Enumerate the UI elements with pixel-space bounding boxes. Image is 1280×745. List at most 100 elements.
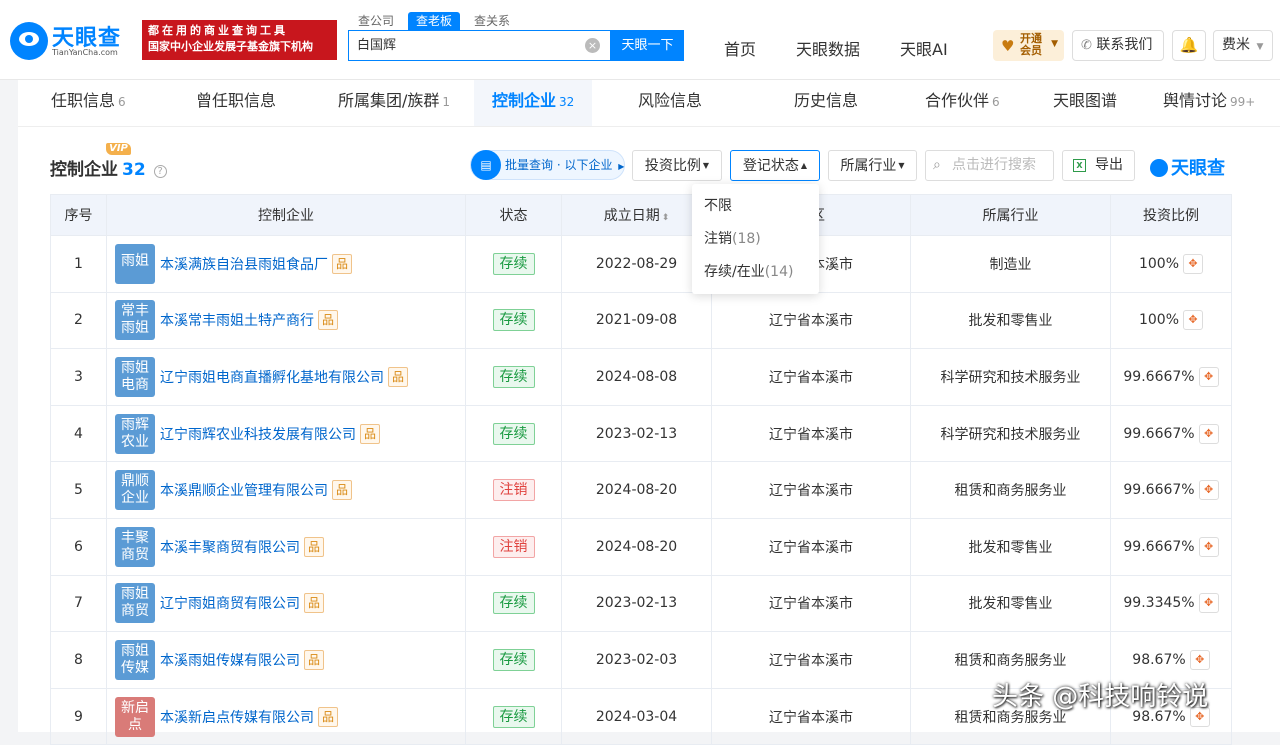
region-cell: 辽宁省本溪市 [711,348,911,406]
tab-search-relation[interactable]: 查关系 [466,12,518,30]
org-chart-icon[interactable]: 品 [304,593,324,614]
table-row[interactable]: 1雨姐本溪满族自治县雨姐食品厂品存续2022-08-29辽宁省本溪市制造业100… [50,235,1232,293]
equity-chain-icon[interactable]: ✥ [1198,536,1219,557]
company-name-link[interactable]: 辽宁雨辉农业科技发展有限公司 [160,427,356,443]
dropdown-option-all[interactable]: 不限 [692,192,819,225]
company-name-link[interactable]: 本溪常丰雨姐土特产商行 [160,313,314,329]
company-name-link[interactable]: 辽宁雨姐商贸有限公司 [160,596,300,612]
toutiao-watermark: 头条 @科技响铃说 [992,682,1209,712]
company-cell[interactable]: 新启点 本溪新启点传媒有限公司品 [106,687,466,745]
company-name-link[interactable]: 本溪新启点传媒有限公司 [160,710,314,726]
company-name-link[interactable]: 本溪鼎顺企业管理有限公司 [160,483,328,499]
filter-industry[interactable]: 所属行业 ▼ [828,150,917,181]
company-cell[interactable]: 丰聚商贸 本溪丰聚商贸有限公司品 [106,517,466,576]
export-button[interactable]: X 导出 [1062,150,1135,181]
equity-chain-icon[interactable]: ✥ [1198,593,1219,614]
status-cell: 存续 [465,291,562,350]
ad-banner[interactable]: 都在用的商业查询工具 国家中小企业发展子基金旗下机构 [142,20,337,60]
search-icon: ⌕ [933,157,941,173]
table-row[interactable]: 4 雨辉农业 辽宁雨辉农业科技发展有限公司品 存续 2023-02-13 辽宁省本溪市 科学… [50,404,1232,463]
company-logo: 雨姐电商 [115,356,155,397]
dropdown-option-cancelled[interactable]: 注销(18) [692,225,819,258]
company-logo: 丰聚商贸 [115,526,155,567]
org-chart-icon[interactable]: 品 [304,536,324,557]
status-cell: 注销 [465,517,562,576]
tab-search-boss[interactable]: 查老板 [408,12,461,30]
equity-chain-icon[interactable]: ✥ [1183,310,1204,331]
tianyancha-logo[interactable]: 天眼查 TianYanCha.com [10,22,135,62]
tab-group[interactable]: 所属集团/族群 1 [338,80,450,126]
org-chart-icon[interactable]: 品 [360,423,380,444]
org-chart-icon[interactable]: 品 [318,706,338,727]
company-cell[interactable]: 雨辉农业 辽宁雨辉农业科技发展有限公司品 [106,404,466,463]
table-row[interactable]: 2 常丰雨姐 本溪常丰雨姐土特产商行品 存续 2021-09-08 辽宁省本溪市 批发和零售… [50,291,1232,350]
region-cell: 辽宁省本溪市 [711,404,911,463]
top-header: 天眼查 TianYanCha.com 都在用的商业查询工具 国家中小企业发展子基… [0,0,1280,80]
tab-graph[interactable]: 天眼图谱 [1053,80,1117,126]
org-chart-icon[interactable]: 品 [388,366,408,387]
company-cell[interactable]: 鼎顺企业 本溪鼎顺企业管理有限公司品 [106,461,466,519]
tab-past-positions[interactable]: 曾任职信息 [196,80,276,126]
ratio-cell: 99.3345% ✥ [1110,574,1232,633]
company-name-link[interactable]: 本溪雨姐传媒有限公司 [160,653,300,669]
filter-investment-ratio[interactable]: 投资比例 ▼ [632,150,722,181]
ratio-value: 98.67% [1132,651,1186,668]
equity-chain-icon[interactable]: ✥ [1198,423,1219,444]
equity-chain-icon[interactable]: ✥ [1183,253,1204,274]
tab-positions[interactable]: 任职信息 6 [51,80,126,126]
ratio-cell: 99.6667% ✥ [1110,404,1232,463]
equity-chain-icon[interactable]: ✥ [1189,649,1210,670]
company-cell[interactable]: 雨姐 本溪满族自治县雨姐食品厂品 [106,235,466,293]
table-row[interactable]: 3 雨姐电商 辽宁雨姐电商直播孵化基地有限公司品 存续 2024-08-08 辽宁省本溪市… [50,348,1232,406]
row-number: 4 [50,404,107,463]
batch-query-button[interactable]: ▤ 批量查询 · 以下企业 ▶ [470,150,625,180]
sort-icon: ⬍ [661,213,670,223]
filter-registration-status[interactable]: 登记状态 ▲ [730,150,820,181]
company-name-link[interactable]: 本溪满族自治县雨姐食品厂 [160,257,328,273]
company-cell[interactable]: 常丰雨姐 本溪常丰雨姐土特产商行品 [106,291,466,350]
equity-chain-icon[interactable]: ✥ [1198,366,1219,387]
status-cell: 存续 [465,404,562,463]
table-row[interactable]: 7 雨姐商贸 辽宁雨姐商贸有限公司品 存续 2023-02-13 辽宁省本溪市 批发和零售业… [50,574,1232,633]
nav-data[interactable]: 天眼数据 [796,36,860,60]
user-menu-button[interactable]: 费米 ▼ [1213,30,1273,61]
org-chart-icon[interactable]: 品 [304,649,324,670]
nav-home[interactable]: 首页 [724,36,756,60]
company-cell[interactable]: 雨姐传媒 本溪雨姐传媒有限公司品 [106,631,466,689]
org-chart-icon[interactable]: 品 [332,253,352,274]
col-header-no: 序号 [50,194,107,236]
search-input[interactable]: 白国辉 × [348,30,611,61]
org-chart-icon[interactable]: 品 [332,480,352,501]
nav-ai[interactable]: 天眼AI [900,36,948,60]
vip-membership-button[interactable]: ♥ 开通 会员 ▼ [993,30,1064,61]
company-name-link[interactable]: 辽宁雨姐电商直播孵化基地有限公司 [160,370,384,386]
company-cell[interactable]: 雨姐电商 辽宁雨姐电商直播孵化基地有限公司品 [106,348,466,406]
tab-controlled-companies[interactable]: 控制企业 32 [474,80,593,126]
company-cell[interactable]: 雨姐商贸 辽宁雨姐商贸有限公司品 [106,574,466,633]
tab-sentiment[interactable]: 舆情讨论 99+ [1163,80,1255,126]
industry-cell: 科学研究和技术服务业 [910,404,1111,463]
tab-partners[interactable]: 合作伙伴 6 [925,80,1000,126]
region-cell: 辽宁省本溪市 [711,517,911,576]
search-type-tabs: 查公司 查老板 查关系 [350,12,518,30]
org-chart-icon[interactable]: 品 [318,310,338,331]
tab-history[interactable]: 历史信息 [794,80,858,126]
clear-icon[interactable]: × [585,38,600,53]
table-row[interactable]: 6 丰聚商贸 本溪丰聚商贸有限公司品 注销 2024-08-20 辽宁省本溪市 批发和零售业… [50,517,1232,576]
tab-risk[interactable]: 风险信息 [638,80,702,126]
ratio-value: 99.6667% [1123,482,1195,499]
contact-us-button[interactable]: ✆ 联系我们 [1072,30,1164,61]
company-name-link[interactable]: 本溪丰聚商贸有限公司 [160,540,300,556]
help-icon[interactable]: ? [153,165,167,178]
col-header-date[interactable]: 成立日期 ⬍ [561,194,712,236]
table-search-input[interactable]: ⌕ 点击进行搜索 [925,150,1054,181]
table-row[interactable]: 5 鼎顺企业 本溪鼎顺企业管理有限公司品 注销 2024-08-20 辽宁省本溪市 租赁和商… [50,461,1232,519]
search-button[interactable]: 天眼一下 [611,30,684,61]
equity-chain-icon[interactable]: ✥ [1198,480,1219,501]
tab-search-company[interactable]: 查公司 [350,12,402,30]
status-badge: 存续 [492,309,535,332]
caret-down-icon: ▼ [898,161,905,170]
industry-cell: 批发和零售业 [910,291,1111,350]
notification-button[interactable]: 🔔 [1172,30,1206,61]
dropdown-option-active[interactable]: 存续/在业(14) [692,258,819,291]
